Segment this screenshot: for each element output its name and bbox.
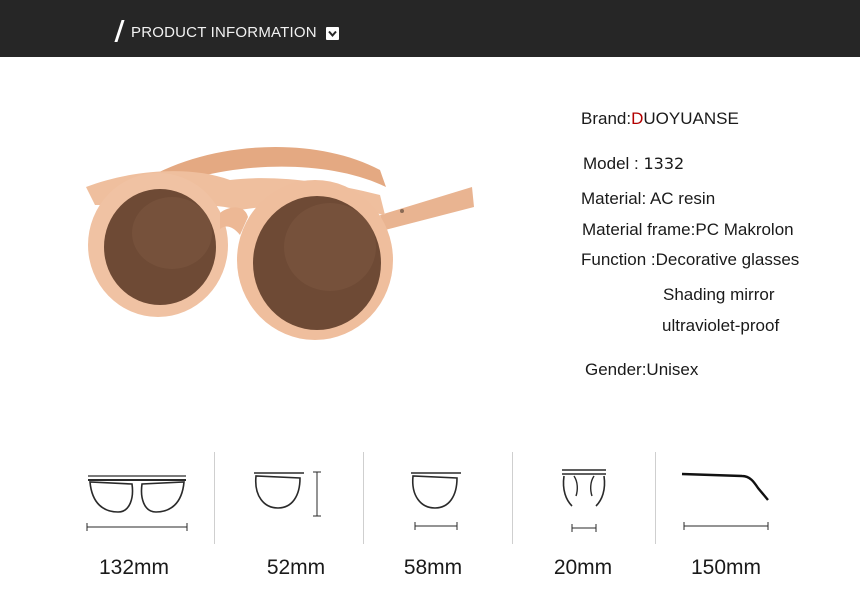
brand-initial: D [631,109,644,128]
spec-function: Function :Decorative glasses [581,250,800,269]
dimension-label-lens-width: 58mm [403,556,463,579]
dimension-label-bridge-width: 20mm [553,556,613,579]
bridge-width-icon [562,469,606,532]
spec-function-shading: Shading mirror [663,285,775,304]
sunglasses-product-image [80,125,480,365]
right-temple [380,187,474,230]
dimensions-strip: 132mm 52mm 58mm 20mm 150mm [0,440,860,591]
divider [363,452,364,544]
spec-model: Model : 1332 [583,154,685,173]
model-number: 1332 [643,154,685,173]
divider [655,452,656,544]
lens-height-icon [254,471,321,517]
temple-length-icon [681,472,769,530]
lens-width-icon [411,472,461,530]
spec-material-frame: Material frame:PC Makrolon [582,220,794,239]
dimension-label-frame-width: 132mm [98,556,170,579]
header-bar: PRODUCT INFORMATION [0,0,860,57]
dimension-label-lens-height: 52mm [266,556,326,579]
divider [214,452,215,544]
chevron-down-icon[interactable] [326,27,339,40]
frame-width-icon [86,475,188,531]
spec-material: Material: AC resin [581,189,716,208]
spec-brand: Brand:DUOYUANSE [581,109,739,128]
header-title: PRODUCT INFORMATION [131,24,317,41]
dimension-label-temple-length: 150mm [690,556,762,579]
spec-function-uv: ultraviolet-proof [662,316,780,335]
header-slash-decoration [114,20,125,42]
divider [512,452,513,544]
spec-gender: Gender:Unisex [585,360,699,379]
